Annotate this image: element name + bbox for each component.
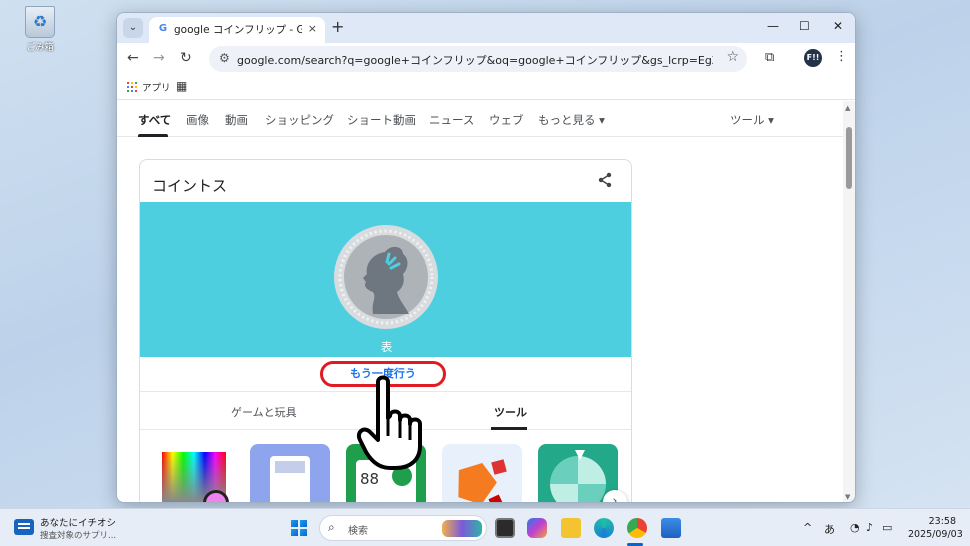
browser-menu-icon[interactable]: ⋮ bbox=[835, 49, 848, 64]
wifi-icon[interactable]: ◔ bbox=[850, 521, 860, 534]
subtab-indicator bbox=[491, 427, 527, 430]
tab-web[interactable]: ウェブ bbox=[489, 112, 524, 128]
tools-button[interactable]: ツール ▾ bbox=[730, 112, 774, 128]
tab-shopping[interactable]: ショッピング bbox=[265, 112, 334, 128]
browser-window: ⌄ G google コインフリップ - Google 検索 × + — ☐ ✕… bbox=[116, 12, 856, 503]
edge-browser-icon[interactable] bbox=[594, 518, 614, 538]
taskbar-search-placeholder: 検索 bbox=[348, 526, 368, 537]
active-tab-indicator bbox=[138, 134, 168, 137]
news-widget-icon[interactable] bbox=[14, 519, 34, 535]
task-view-icon[interactable] bbox=[495, 518, 515, 538]
recycle-bin-icon[interactable]: ごみ箱 bbox=[18, 6, 62, 53]
recycle-bin-graphic bbox=[25, 6, 55, 38]
tab-videos[interactable]: 動画 bbox=[225, 112, 248, 128]
dice-roller-tile[interactable] bbox=[442, 444, 522, 502]
tab-short-videos[interactable]: ショート動画 bbox=[347, 112, 416, 128]
recycle-bin-label: ごみ箱 bbox=[26, 43, 54, 53]
pointing-hand-icon bbox=[357, 375, 422, 470]
tab-close-icon[interactable]: × bbox=[308, 22, 317, 35]
taskbar: あなたにイチオシ 捜査対象のサプリ... ⌕ 検索 ^ あ ◔ ♪ ▭ 23:5… bbox=[0, 508, 970, 546]
microsoft-store-icon[interactable] bbox=[661, 518, 681, 538]
coin-heads-icon[interactable] bbox=[333, 224, 439, 330]
apps-grid-icon[interactable] bbox=[127, 82, 137, 92]
minimize-button[interactable]: — bbox=[767, 19, 779, 33]
tab-search-button[interactable]: ⌄ bbox=[123, 18, 143, 38]
page-scrollbar[interactable]: ▲ ▼ bbox=[843, 101, 855, 502]
maximize-button[interactable]: ☐ bbox=[799, 19, 810, 33]
coin-display-panel: 表 bbox=[140, 202, 631, 357]
scroll-down-icon[interactable]: ▼ bbox=[845, 493, 850, 501]
address-bar[interactable]: ⚙ google.com/search?q=google+コインフリップ&oq=… bbox=[209, 46, 747, 72]
chrome-browser-icon[interactable] bbox=[627, 518, 647, 538]
coin-result-label: 表 bbox=[380, 340, 393, 354]
news-widget-title[interactable]: あなたにイチオシ bbox=[40, 515, 116, 529]
clock-time: 23:58 bbox=[928, 516, 956, 527]
search-icon: ⌕ bbox=[328, 520, 335, 534]
google-favicon-icon: G bbox=[158, 23, 168, 34]
tab-title: google コインフリップ - Google 検索 bbox=[174, 24, 302, 36]
file-explorer-icon[interactable] bbox=[561, 518, 581, 538]
forward-arrow-icon[interactable]: → bbox=[153, 50, 165, 66]
copilot-icon[interactable] bbox=[527, 518, 547, 538]
ime-mode-indicator[interactable]: あ bbox=[824, 521, 835, 537]
bookmark-star-icon[interactable]: ☆ bbox=[726, 49, 739, 65]
volume-icon[interactable]: ♪ bbox=[866, 521, 873, 534]
clock-date: 2025/09/03 bbox=[908, 529, 963, 540]
card-title: コイントス bbox=[152, 177, 228, 195]
tab-images[interactable]: 画像 bbox=[186, 112, 209, 128]
scroll-up-icon[interactable]: ▲ bbox=[845, 104, 850, 112]
subtab-games-toys[interactable]: ゲームと玩具 bbox=[231, 404, 297, 420]
color-picker-tile[interactable] bbox=[154, 444, 234, 502]
extensions-icon[interactable]: ⧉ bbox=[765, 50, 774, 65]
tab-groups-icon[interactable]: ▦ bbox=[176, 80, 187, 92]
tab-bar: ⌄ G google コインフリップ - Google 検索 × + — ☐ ✕ bbox=[117, 13, 855, 43]
scrollbar-thumb[interactable] bbox=[846, 127, 852, 189]
url-text[interactable]: google.com/search?q=google+コインフリップ&oq=go… bbox=[237, 52, 713, 68]
search-type-tabs: すべて 画像 動画 ショッピング ショート動画 ニュース ウェブ もっと見る ▾… bbox=[117, 101, 845, 137]
browser-toolbar: ← → ↻ ⚙ google.com/search?q=google+コインフリ… bbox=[117, 43, 855, 73]
bookmark-apps[interactable]: アプリ bbox=[142, 80, 171, 94]
battery-icon[interactable]: ▭ bbox=[882, 521, 892, 534]
search-results-page: すべて 画像 動画 ショッピング ショート動画 ニュース ウェブ もっと見る ▾… bbox=[117, 101, 845, 502]
tray-overflow-icon[interactable]: ^ bbox=[803, 521, 812, 534]
browser-tab[interactable]: G google コインフリップ - Google 検索 × bbox=[149, 17, 325, 43]
calculator-tile[interactable] bbox=[250, 444, 330, 502]
reload-icon[interactable]: ↻ bbox=[180, 50, 192, 66]
tab-news[interactable]: ニュース bbox=[429, 112, 474, 128]
tab-all[interactable]: すべて bbox=[138, 112, 171, 128]
taskbar-search[interactable]: ⌕ 検索 bbox=[319, 515, 487, 541]
start-button-icon[interactable] bbox=[291, 520, 307, 536]
new-tab-button[interactable]: + bbox=[331, 18, 344, 36]
search-highlight-icon bbox=[442, 520, 482, 537]
subtab-tools[interactable]: ツール bbox=[494, 404, 527, 420]
system-clock[interactable]: 23:58 2025/09/03 bbox=[908, 515, 963, 541]
tab-more[interactable]: もっと見る ▾ bbox=[538, 112, 605, 128]
back-arrow-icon[interactable]: ← bbox=[127, 50, 139, 66]
profile-avatar[interactable]: F!! bbox=[804, 49, 822, 67]
site-info-icon[interactable]: ⚙ bbox=[219, 51, 230, 65]
news-widget-subtitle[interactable]: 捜査対象のサプリ... bbox=[40, 529, 116, 541]
close-window-button[interactable]: ✕ bbox=[833, 19, 843, 33]
bookmarks-bar: アプリ ▦ bbox=[117, 73, 855, 100]
share-icon[interactable] bbox=[597, 172, 613, 188]
